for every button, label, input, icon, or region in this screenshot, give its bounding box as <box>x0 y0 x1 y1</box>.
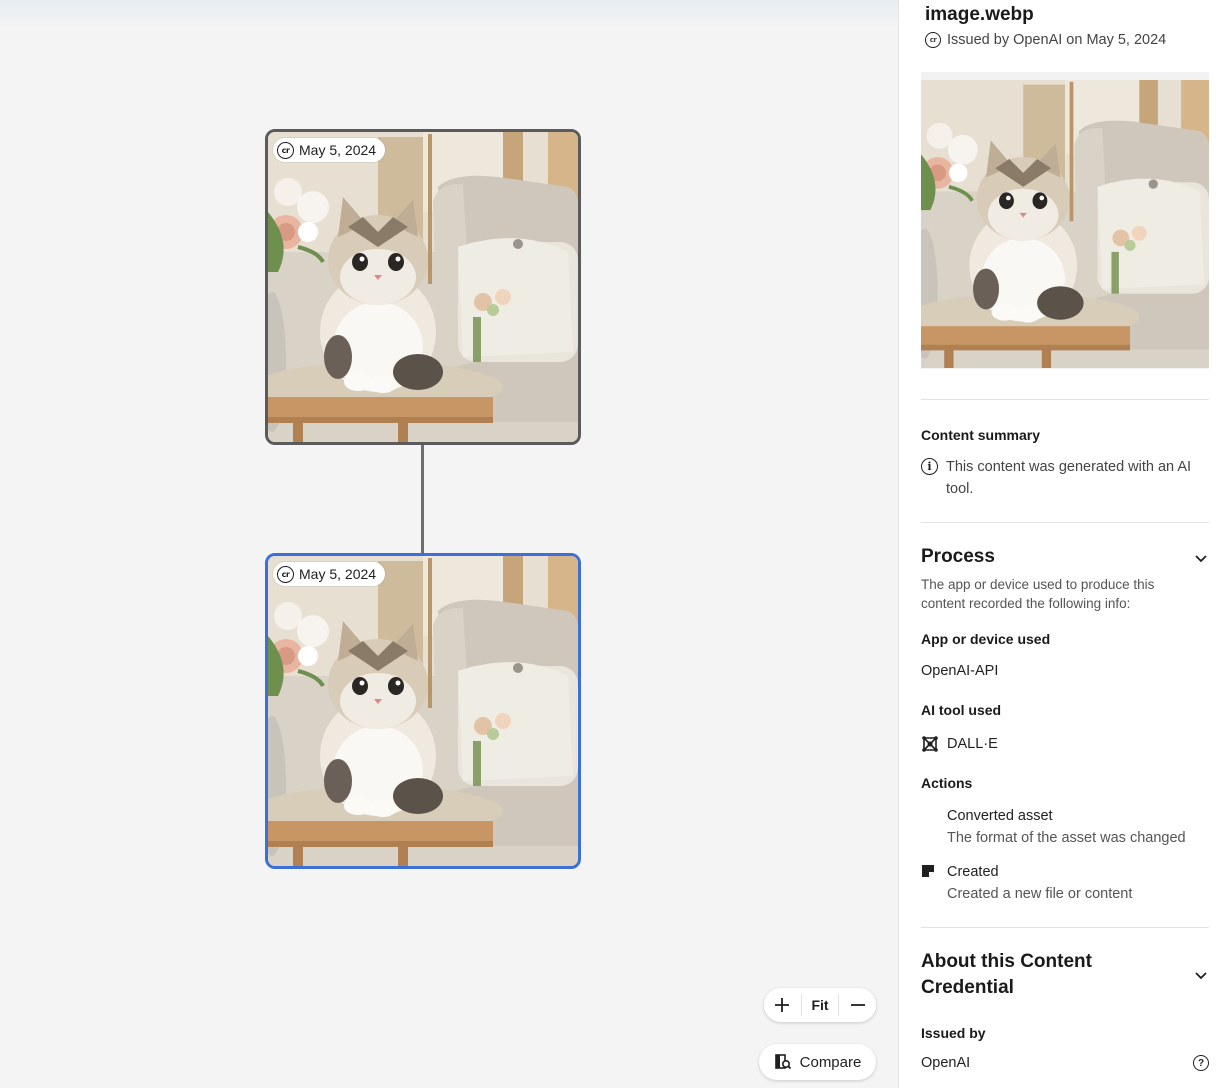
ai-tool-icon <box>922 736 938 752</box>
ai-tool-heading: AI tool used <box>921 702 1002 718</box>
issued-line: cr Issued by OpenAI on May 5, 2024 <box>925 32 1166 48</box>
divider <box>921 399 1209 400</box>
action-item: Created Created a new file or content <box>947 861 1132 905</box>
issued-text: Issued by OpenAI on May 5, 2024 <box>947 32 1167 48</box>
action-title: Created <box>947 864 999 880</box>
minus-icon <box>850 1004 865 1006</box>
compare-icon <box>774 1054 791 1070</box>
about-credential-heading: About this Content Credential <box>921 951 1092 998</box>
content-summary-heading: Content summary <box>921 427 1041 443</box>
issued-by-heading: Issued by <box>921 1025 986 1041</box>
content-credential-icon: cr <box>277 565 294 583</box>
node-date: May 5, 2024 <box>299 566 377 582</box>
plus-icon <box>775 998 790 1012</box>
chevron-down-icon[interactable] <box>1193 550 1209 566</box>
process-description: The app or device used to produce this c… <box>921 577 1155 611</box>
node-date: May 5, 2024 <box>299 142 377 158</box>
node-connector-line <box>421 445 424 553</box>
provenance-node-parent[interactable]: cr May 5, 2024 <box>265 129 581 445</box>
app-used-heading: App or device used <box>921 631 1051 647</box>
process-heading: Process <box>921 546 995 567</box>
action-title: Converted asset <box>947 808 1053 824</box>
app-used-value: OpenAI-API <box>921 663 999 679</box>
content-credential-icon: cr <box>925 32 941 48</box>
content-credential-icon: cr <box>277 141 294 159</box>
actions-heading: Actions <box>921 775 973 791</box>
ai-tool-row: DALL·E <box>921 735 998 753</box>
compare-label: Compare <box>799 1053 862 1071</box>
zoom-controls: Fit <box>764 988 876 1022</box>
node-date-chip: cr May 5, 2024 <box>273 138 386 162</box>
content-summary: i This content was generated with an AI … <box>921 456 1209 500</box>
compare-button[interactable]: Compare <box>759 1044 876 1080</box>
zoom-in-button[interactable] <box>764 988 801 1022</box>
action-item: Converted asset The format of the asset … <box>947 805 1186 849</box>
info-icon: i <box>921 458 938 475</box>
canvas-top-gradient <box>0 0 898 28</box>
content-summary-text: This content was generated with an AI to… <box>946 459 1192 497</box>
file-name: image.webp <box>925 4 1034 25</box>
provenance-node-selected[interactable]: cr May 5, 2024 <box>265 553 581 869</box>
chevron-down-icon[interactable] <box>1193 967 1209 983</box>
details-panel: image.webp cr Issued by OpenAI on May 5,… <box>898 0 1226 1088</box>
cat-image-thumbnail <box>268 132 578 442</box>
fit-button[interactable]: Fit <box>800 994 840 1016</box>
image-preview <box>921 72 1209 369</box>
issuer-row: OpenAI ? <box>921 1055 1209 1071</box>
cat-image-preview <box>921 80 1209 368</box>
action-description: Created a new file or content <box>947 886 1133 902</box>
cat-image-thumbnail <box>268 556 578 866</box>
created-icon <box>922 865 934 877</box>
node-date-chip: cr May 5, 2024 <box>273 562 386 586</box>
divider <box>921 927 1209 928</box>
ai-tool-value: DALL·E <box>947 736 998 752</box>
issued-by-value: OpenAI <box>921 1055 971 1071</box>
zoom-out-button[interactable] <box>839 988 876 1022</box>
action-description: The format of the asset was changed <box>947 830 1186 846</box>
provenance-canvas[interactable]: cr May 5, 2024 cr May 5, 2024 Fit Compar… <box>0 0 898 1088</box>
divider <box>921 522 1209 523</box>
help-icon[interactable]: ? <box>1193 1055 1209 1071</box>
